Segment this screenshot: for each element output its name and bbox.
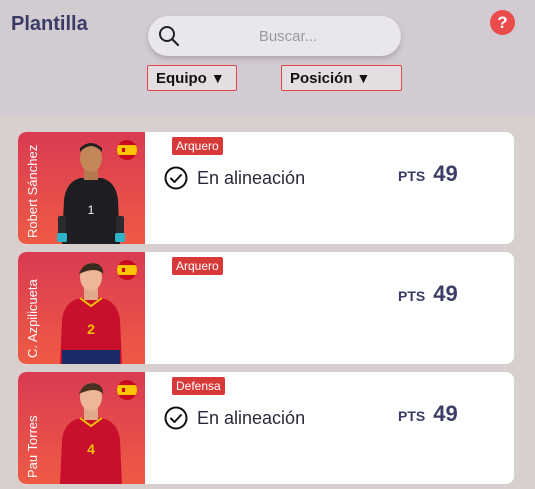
help-button[interactable]: ? <box>490 10 515 35</box>
page-title: Plantilla <box>11 13 88 35</box>
shirt-number: 1 <box>88 203 95 217</box>
search-input[interactable] <box>188 16 388 56</box>
lineup-status: En alineación <box>164 404 305 432</box>
points-value: 49 <box>433 281 458 306</box>
player-name: C. Azpilicueta <box>25 279 40 358</box>
player-name: Pau Torres <box>25 415 40 478</box>
search-icon <box>159 26 180 47</box>
points-label: PTS <box>398 288 426 304</box>
points-value: 49 <box>433 161 458 186</box>
player-points: PTS 49 <box>398 161 458 187</box>
player-photo: 4 Pau Torres <box>18 372 145 484</box>
spain-flag-icon <box>117 140 137 160</box>
position-filter-label: Posición <box>290 69 353 87</box>
check-circle-icon <box>164 406 188 430</box>
points-label: PTS <box>398 168 426 184</box>
player-name: Robert Sánchez <box>25 144 40 238</box>
check-circle-icon <box>164 166 188 190</box>
player-card[interactable]: 4 Pau Torres Defensa En alineación PTS 4… <box>18 372 514 484</box>
team-filter-label: Equipo <box>156 69 207 87</box>
spain-flag-icon <box>117 260 137 280</box>
shirt-number: 4 <box>87 441 95 457</box>
chevron-down-icon: ▼ <box>356 70 371 86</box>
chevron-down-icon: ▼ <box>210 70 225 86</box>
position-badge: Defensa <box>172 377 225 395</box>
position-badge: Arquero <box>172 137 223 155</box>
player-photo: 2 C. Azpilicueta <box>18 252 145 364</box>
position-filter-dropdown[interactable]: Posición ▼ <box>281 65 402 91</box>
lineup-label: En alineación <box>197 407 306 428</box>
team-filter-dropdown[interactable]: Equipo ▼ <box>147 65 237 91</box>
search-bar[interactable] <box>148 16 401 56</box>
lineup-label: En alineación <box>197 167 306 188</box>
shirt-number: 2 <box>87 321 95 337</box>
player-points: PTS 49 <box>398 401 458 427</box>
player-card[interactable]: 2 C. Azpilicueta Arquero PTS 49 <box>18 252 514 364</box>
spain-flag-icon <box>117 380 137 400</box>
points-value: 49 <box>433 401 458 426</box>
player-card[interactable]: 1 Robert Sánchez Arquero En alineación P… <box>18 132 514 244</box>
player-photo: 1 Robert Sánchez <box>18 132 145 244</box>
lineup-status: En alineación <box>164 164 305 192</box>
position-badge: Arquero <box>172 257 223 275</box>
header: Plantilla ? Equipo ▼ Posición ▼ <box>0 0 535 115</box>
player-points: PTS 49 <box>398 281 458 307</box>
points-label: PTS <box>398 408 426 424</box>
